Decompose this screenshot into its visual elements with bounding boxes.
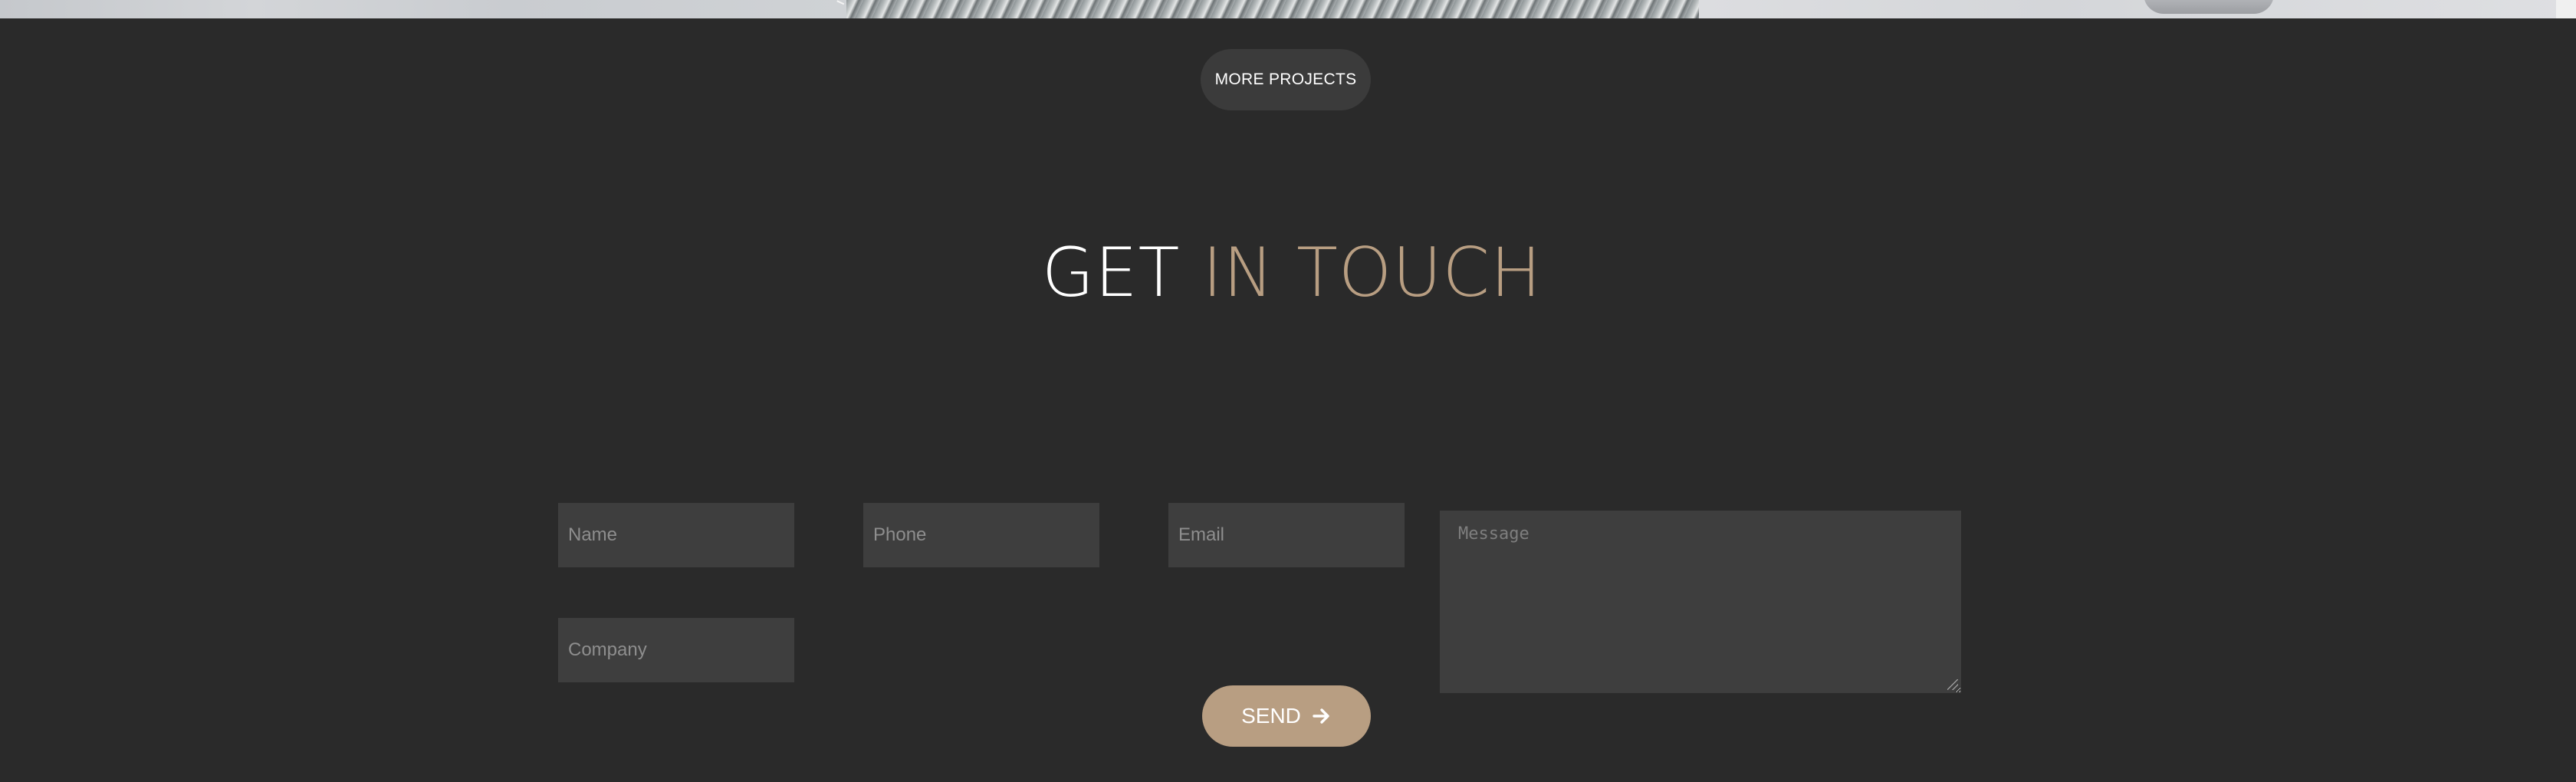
scrollbar[interactable] [2556, 0, 2576, 18]
project-image[interactable] [0, 0, 846, 18]
project-image-strip [0, 0, 2576, 18]
project-image[interactable] [846, 0, 1699, 18]
arrow-right-icon [1312, 706, 1332, 726]
image-detail [834, 0, 845, 9]
title-word-in-touch: IN TOUCH [1202, 233, 1543, 312]
more-projects-button[interactable]: MORE PROJECTS [1201, 49, 1371, 110]
section-title: GET IN TOUCH [0, 227, 2576, 319]
image-detail [2144, 0, 2274, 14]
email-field[interactable] [1168, 503, 1405, 567]
message-field[interactable] [1440, 511, 1961, 693]
phone-field[interactable] [863, 503, 1099, 567]
company-field[interactable] [558, 618, 794, 682]
send-label: SEND [1241, 704, 1301, 728]
name-field[interactable] [558, 503, 794, 567]
title-word-get: GET [1041, 233, 1181, 312]
send-button[interactable]: SEND [1202, 685, 1371, 747]
project-image[interactable] [1699, 0, 2576, 18]
